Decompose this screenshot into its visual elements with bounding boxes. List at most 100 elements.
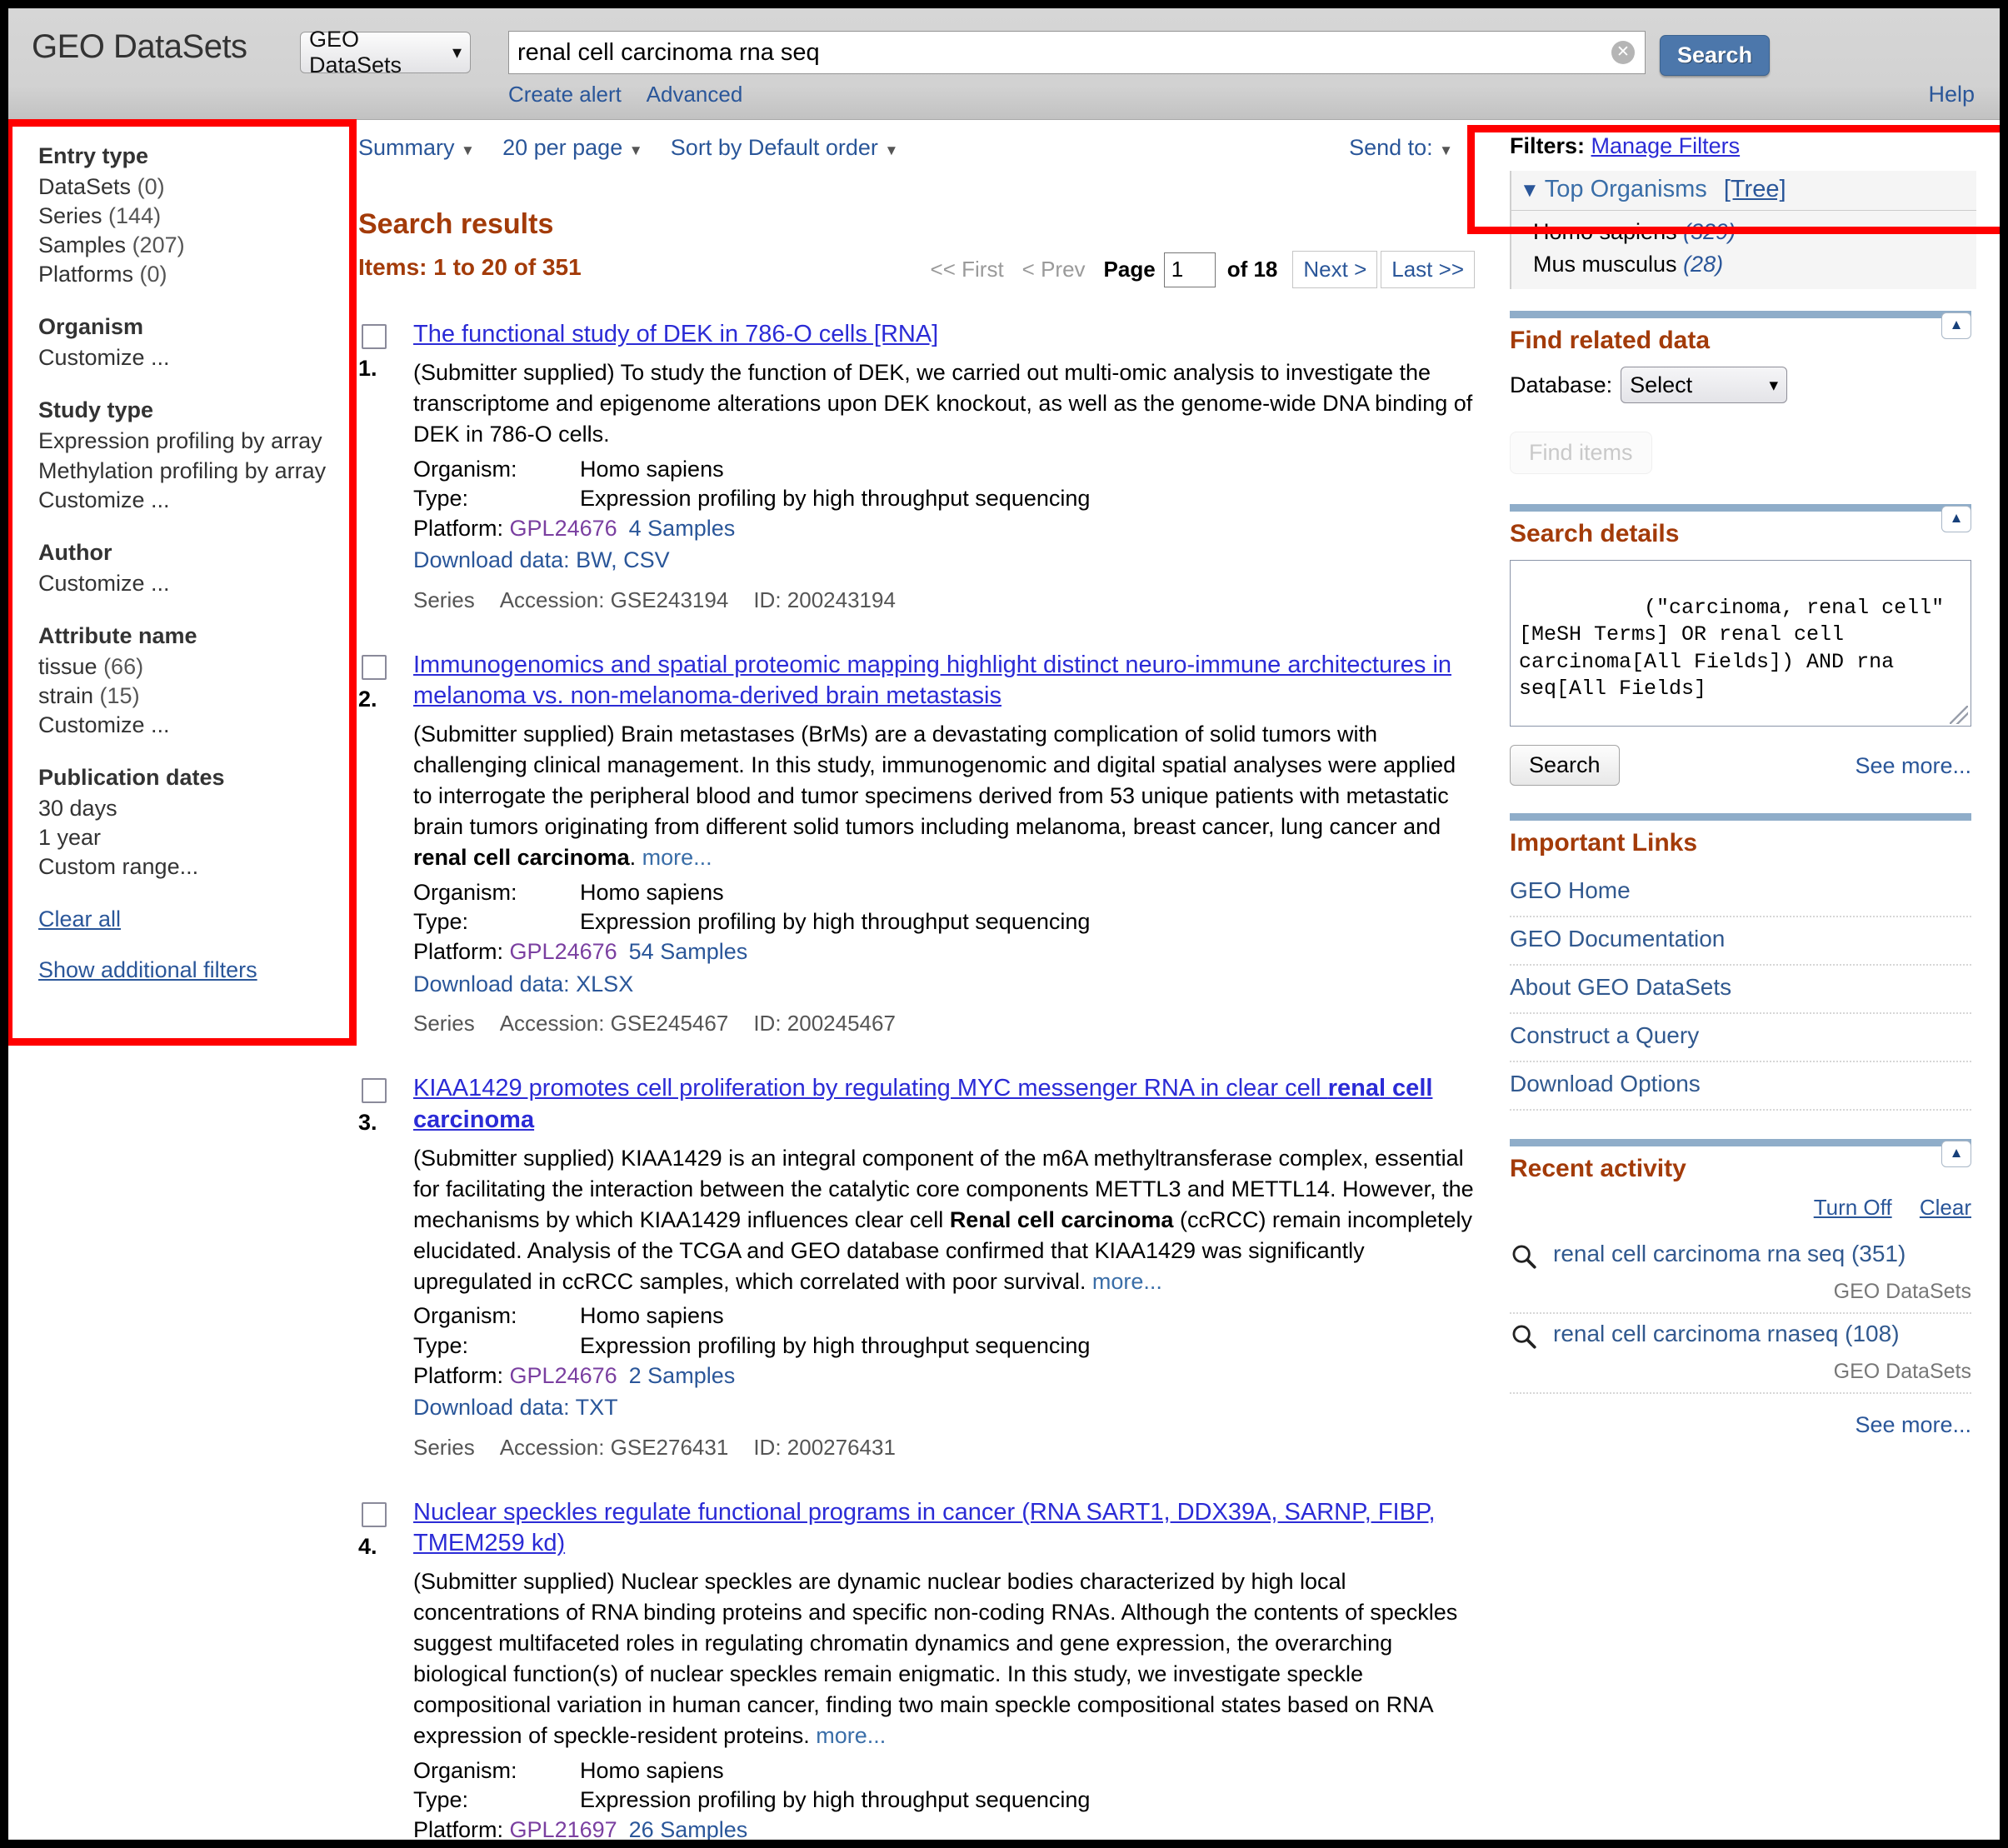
clear-all-link[interactable]: Clear all xyxy=(38,907,352,932)
important-link[interactable]: Download Options xyxy=(1510,1071,1701,1096)
help-link[interactable]: Help xyxy=(1928,82,1975,107)
database-label: Database: xyxy=(1510,372,1613,397)
related-database-select[interactable]: Select ▾ xyxy=(1621,367,1788,403)
next-page-button[interactable]: Next > xyxy=(1292,251,1378,288)
search-details-search-button[interactable]: Search xyxy=(1510,745,1620,786)
chevron-down-icon: ▾ xyxy=(1769,375,1779,395)
header-sublinks: Create alert Advanced xyxy=(508,82,762,107)
facet-option-count: (144) xyxy=(108,203,162,229)
turn-off-link[interactable]: Turn Off xyxy=(1814,1195,1892,1220)
facet-option[interactable]: Custom range... xyxy=(38,852,352,882)
result-more-link[interactable]: more... xyxy=(816,1723,886,1748)
facet-group: Author Customize ... xyxy=(38,540,352,598)
important-link[interactable]: About GEO DataSets xyxy=(1510,974,1731,1000)
last-page-button[interactable]: Last >> xyxy=(1381,251,1475,288)
result-samples-link[interactable]: 54 Samples xyxy=(629,939,748,964)
result-download-link[interactable]: TXT xyxy=(576,1395,618,1420)
result-title-link[interactable]: The functional study of DEK in 786-O cel… xyxy=(413,319,1475,351)
result-platform-link[interactable]: GPL24676 xyxy=(510,516,617,541)
total-pages-label: of 18 xyxy=(1226,257,1278,282)
result-platform-link[interactable]: GPL24676 xyxy=(510,939,617,964)
per-page-dropdown[interactable]: 20 per page ▼ xyxy=(502,135,642,160)
result-more-link[interactable]: more... xyxy=(642,845,712,870)
facet-option[interactable]: Customize ... xyxy=(38,343,352,372)
result-title-link[interactable]: KIAA1429 promotes cell proliferation by … xyxy=(413,1073,1475,1136)
result-title-link[interactable]: Immunogenomics and spatial proteomic map… xyxy=(413,650,1475,712)
result-meta-row: Type: Expression profiling by high throug… xyxy=(413,1786,1475,1815)
search-details-textarea[interactable]: ("carcinoma, renal cell"[MeSH Terms] OR … xyxy=(1510,560,1971,727)
result-download-label: Download data: xyxy=(413,971,570,996)
facet-option[interactable]: DataSets (0) xyxy=(38,172,352,202)
result-more-link[interactable]: more... xyxy=(1092,1269,1162,1294)
result-number: 4. xyxy=(358,1533,377,1559)
result-samples-link[interactable]: 4 Samples xyxy=(629,516,736,541)
organisms-tree-link[interactable]: [Tree] xyxy=(1724,176,1786,202)
result-checkbox[interactable] xyxy=(362,324,387,349)
facet-option[interactable]: Methylation profiling by array xyxy=(38,457,352,486)
facet-option[interactable]: Customize ... xyxy=(38,569,352,598)
page-number-input[interactable] xyxy=(1163,252,1216,287)
facet-option[interactable]: 1 year xyxy=(38,823,352,852)
panel-divider xyxy=(1510,1139,1971,1146)
recent-activity-see-more-link[interactable]: See more... xyxy=(1855,1412,1971,1437)
create-alert-link[interactable]: Create alert xyxy=(508,82,622,107)
result-description-text: (Submitter supplied) Brain metastases (B… xyxy=(413,722,1456,840)
result-title-text: Nuclear speckles regulate functional pro… xyxy=(413,1498,1436,1557)
resize-handle[interactable] xyxy=(1950,706,1968,724)
find-items-button: Find items xyxy=(1510,432,1652,474)
result-download-link[interactable]: BW, CSV xyxy=(576,547,670,572)
result-checkbox[interactable] xyxy=(362,654,387,680)
facet-option[interactable]: Samples (207) xyxy=(38,231,352,260)
result-platform-link[interactable]: GPL21697 xyxy=(510,1817,617,1840)
search-input[interactable] xyxy=(509,38,1611,67)
facet-option[interactable]: Customize ... xyxy=(38,486,352,515)
facet-option[interactable]: strain (15) xyxy=(38,682,352,711)
facet-option[interactable]: Customize ... xyxy=(38,711,352,740)
organism-filter-row[interactable]: Homo sapiens (329) xyxy=(1511,216,1976,248)
sort-dropdown[interactable]: Sort by Default order ▼ xyxy=(671,135,898,160)
important-link[interactable]: GEO Home xyxy=(1510,877,1631,903)
chevron-down-icon: ▼ xyxy=(461,142,475,158)
important-link[interactable]: Construct a Query xyxy=(1510,1022,1699,1048)
search-details-see-more-link[interactable]: See more... xyxy=(1855,753,1971,779)
advanced-link[interactable]: Advanced xyxy=(647,82,743,107)
facet-option[interactable]: Platforms (0) xyxy=(38,260,352,289)
result-samples-link[interactable]: 2 Samples xyxy=(629,1363,736,1388)
recent-activity-query-link[interactable]: renal cell carcinoma rnaseq (108) xyxy=(1553,1321,1900,1347)
clear-search-icon[interactable]: ✕ xyxy=(1611,41,1635,64)
collapse-icon[interactable]: ▲ xyxy=(1941,506,1971,532)
display-format-dropdown[interactable]: Summary ▼ xyxy=(358,135,475,160)
manage-filters-link[interactable]: Manage Filters xyxy=(1591,133,1741,158)
send-to-dropdown[interactable]: Send to: ▼ xyxy=(1349,135,1453,161)
database-select[interactable]: GEO DataSets ▾ xyxy=(300,27,471,77)
related-database-value: Select xyxy=(1630,372,1693,397)
important-link[interactable]: GEO Documentation xyxy=(1510,926,1725,951)
facet-option-label: 30 days xyxy=(38,796,117,822)
show-additional-filters-link[interactable]: Show additional filters xyxy=(38,957,352,983)
result-organism-value: Homo sapiens xyxy=(580,880,724,906)
search-details-query: ("carcinoma, renal cell"[MeSH Terms] OR … xyxy=(1519,595,1945,702)
result-organism-value: Homo sapiens xyxy=(580,456,724,482)
facet-title: Organism xyxy=(38,314,144,340)
clear-link[interactable]: Clear xyxy=(1920,1195,1971,1220)
important-link-row: About GEO DataSets xyxy=(1510,966,1971,1014)
search-button[interactable]: Search xyxy=(1660,35,1771,76)
search-bar[interactable]: ✕ xyxy=(508,31,1646,74)
top-organisms-header[interactable]: ▼ Top Organisms [Tree] xyxy=(1511,171,1976,211)
facet-option[interactable]: Expression profiling by array xyxy=(38,427,352,456)
recent-activity-query-link[interactable]: renal cell carcinoma rna seq (351) xyxy=(1553,1241,1906,1267)
facet-option[interactable]: Series (144) xyxy=(38,202,352,231)
facet-option[interactable]: 30 days xyxy=(38,794,352,823)
collapse-icon[interactable]: ▲ xyxy=(1941,1141,1971,1167)
facet-option[interactable]: tissue (66) xyxy=(38,652,352,682)
result-samples-link[interactable]: 26 Samples xyxy=(629,1817,748,1840)
result-checkbox[interactable] xyxy=(362,1501,387,1527)
collapse-icon[interactable]: ▲ xyxy=(1941,312,1971,339)
result-title-link[interactable]: Nuclear speckles regulate functional pro… xyxy=(413,1497,1475,1560)
result-platform-link[interactable]: GPL24676 xyxy=(510,1363,617,1388)
result-checkbox[interactable] xyxy=(362,1078,387,1104)
organism-filter-row[interactable]: Mus musculus (28) xyxy=(1511,248,1976,281)
triangle-down-icon[interactable]: ▼ xyxy=(1520,179,1540,202)
result-download-link[interactable]: XLSX xyxy=(576,971,633,996)
result-description-text: (Submitter supplied) Nuclear speckles ar… xyxy=(413,1568,1458,1748)
